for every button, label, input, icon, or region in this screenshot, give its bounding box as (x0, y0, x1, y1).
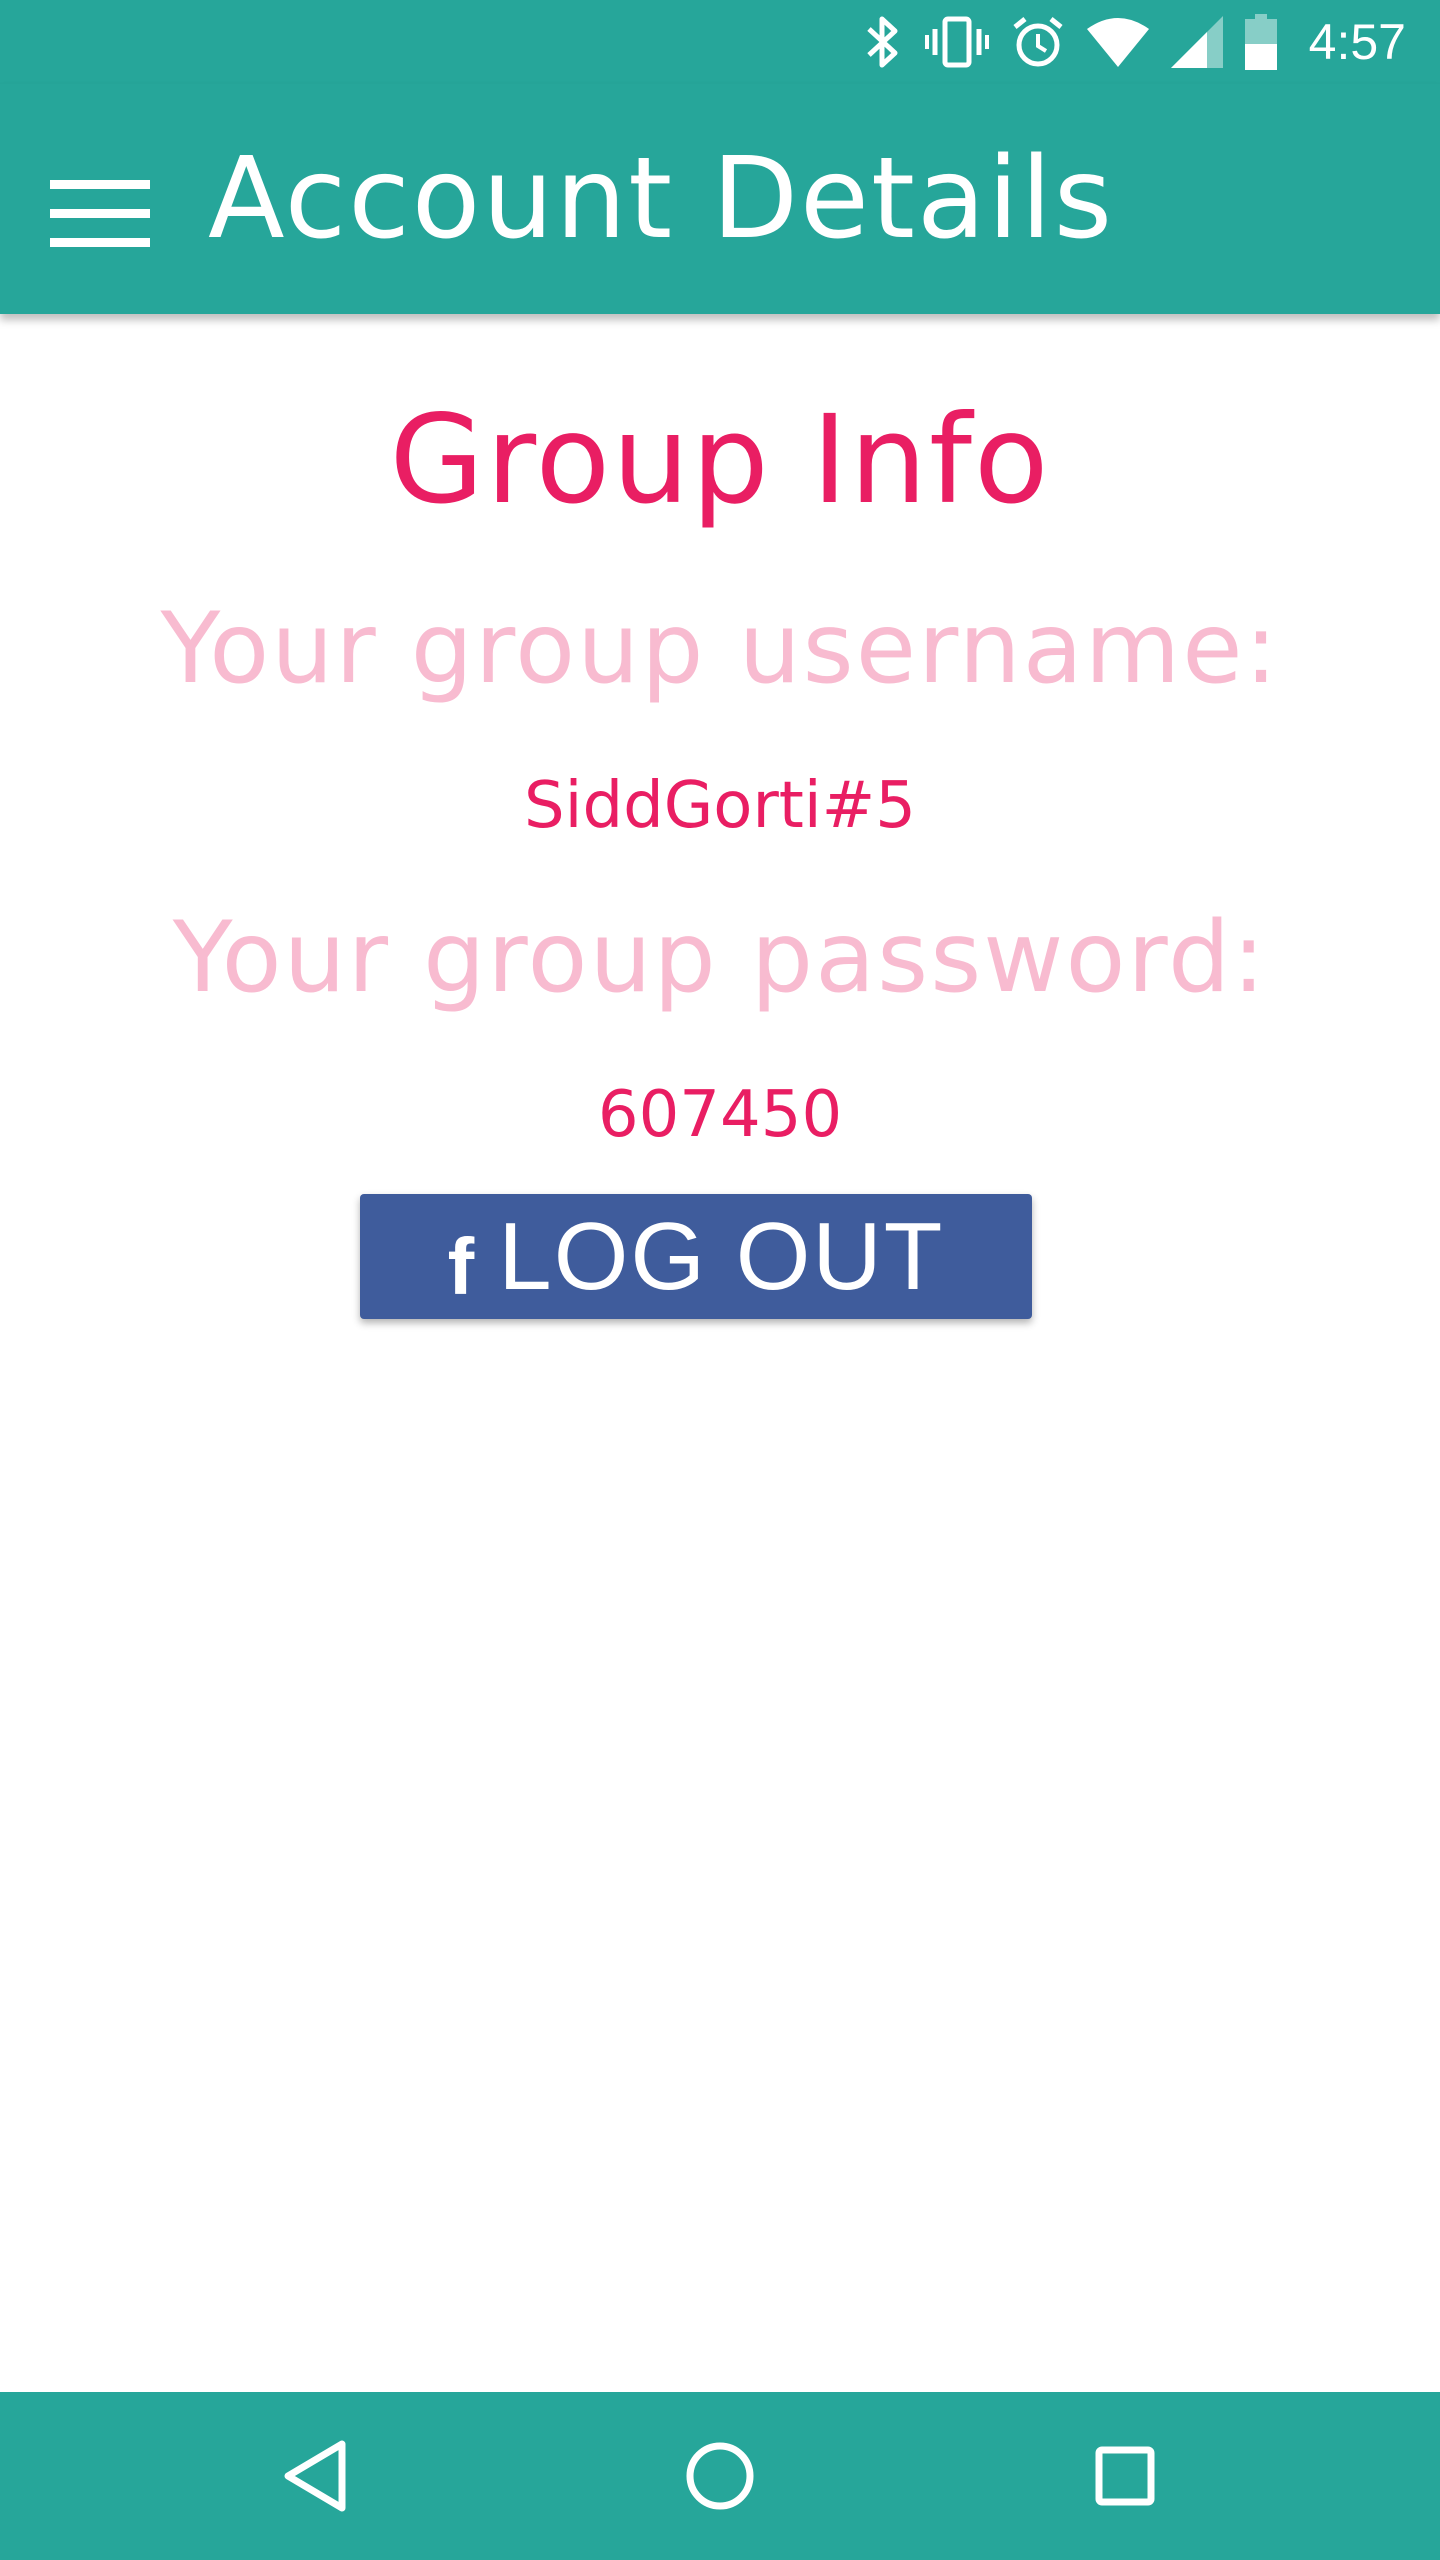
navigation-bar (0, 2392, 1440, 2560)
bluetooth-icon (863, 15, 903, 69)
password-value: 607450 (597, 1078, 843, 1152)
status-time: 4:57 (1308, 14, 1406, 70)
status-bar: 4:57 (0, 0, 1440, 84)
password-label: Your group password: (172, 901, 1268, 1015)
alarm-icon (1011, 15, 1065, 69)
page-title: Account Details (208, 134, 1115, 264)
facebook-logout-button[interactable]: f LOG OUT (360, 1194, 1032, 1319)
screen: 4:57 Account Details Group Info Your gro… (0, 0, 1440, 2560)
group-info-title: Group Info (389, 389, 1051, 531)
facebook-icon: f (447, 1221, 475, 1311)
vibrate-icon (924, 15, 989, 69)
username-value: SiddGorti#5 (524, 769, 916, 843)
cell-signal-icon (1170, 16, 1223, 68)
battery-icon (1244, 14, 1277, 70)
logout-label: LOG OUT (498, 1202, 945, 1310)
recents-icon[interactable] (1075, 2426, 1175, 2526)
app-bar: Account Details (0, 84, 1440, 314)
hamburger-menu-icon[interactable] (50, 180, 150, 247)
home-icon[interactable] (670, 2426, 770, 2526)
wifi-icon (1086, 17, 1149, 67)
back-icon[interactable] (265, 2426, 365, 2526)
status-icons: 4:57 (863, 0, 1406, 84)
username-label: Your group username: (160, 592, 1280, 706)
main-content: Group Info Your group username: SiddGort… (0, 314, 1440, 2392)
